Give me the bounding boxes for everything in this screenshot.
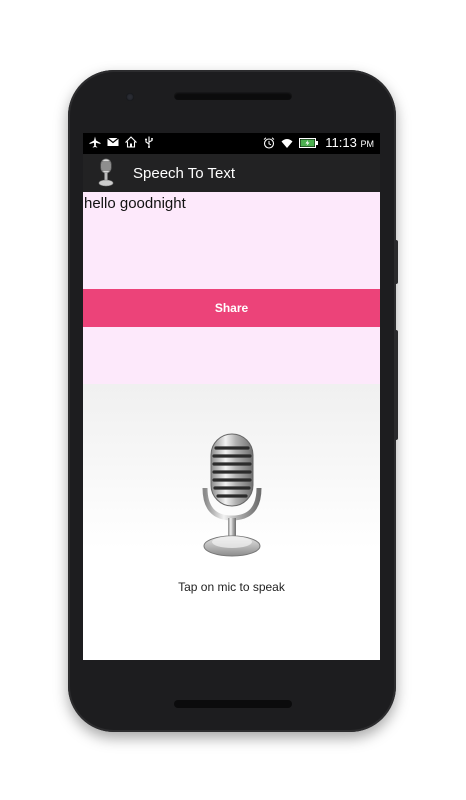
battery-icon — [299, 137, 319, 148]
bottom-speaker — [174, 700, 292, 708]
status-bar: 11:13 PM — [83, 133, 380, 154]
status-left-icons — [89, 136, 155, 148]
usb-icon — [145, 136, 153, 148]
clock: 11:13 PM — [325, 135, 374, 150]
screen: 11:13 PM Speech To Text hello goodnight … — [83, 133, 380, 660]
app-title: Speech To Text — [133, 164, 236, 182]
status-right-icons: 11:13 PM — [263, 135, 374, 150]
microphone-icon[interactable] — [193, 432, 271, 562]
tap-hint: Tap on mic to speak — [178, 580, 285, 594]
recognized-text: hello goodnight — [84, 195, 186, 212]
front-camera — [126, 93, 134, 101]
earpiece-speaker — [174, 92, 292, 100]
home-icon — [125, 136, 137, 148]
alarm-icon — [263, 136, 275, 149]
airplane-icon — [89, 136, 101, 148]
gmail-icon — [107, 137, 119, 146]
mic-area: Tap on mic to speak — [83, 384, 380, 660]
clock-ampm: PM — [360, 139, 375, 149]
power-button — [394, 240, 398, 284]
clock-time: 11:13 — [325, 135, 357, 150]
result-panel: hello goodnight Share — [83, 192, 380, 384]
app-bar: Speech To Text — [83, 154, 380, 192]
microphone-icon — [98, 158, 114, 187]
share-button[interactable]: Share — [83, 289, 380, 327]
volume-button — [394, 330, 398, 440]
wifi-icon — [281, 138, 293, 148]
mic-panel: Tap on mic to speak — [83, 384, 380, 660]
